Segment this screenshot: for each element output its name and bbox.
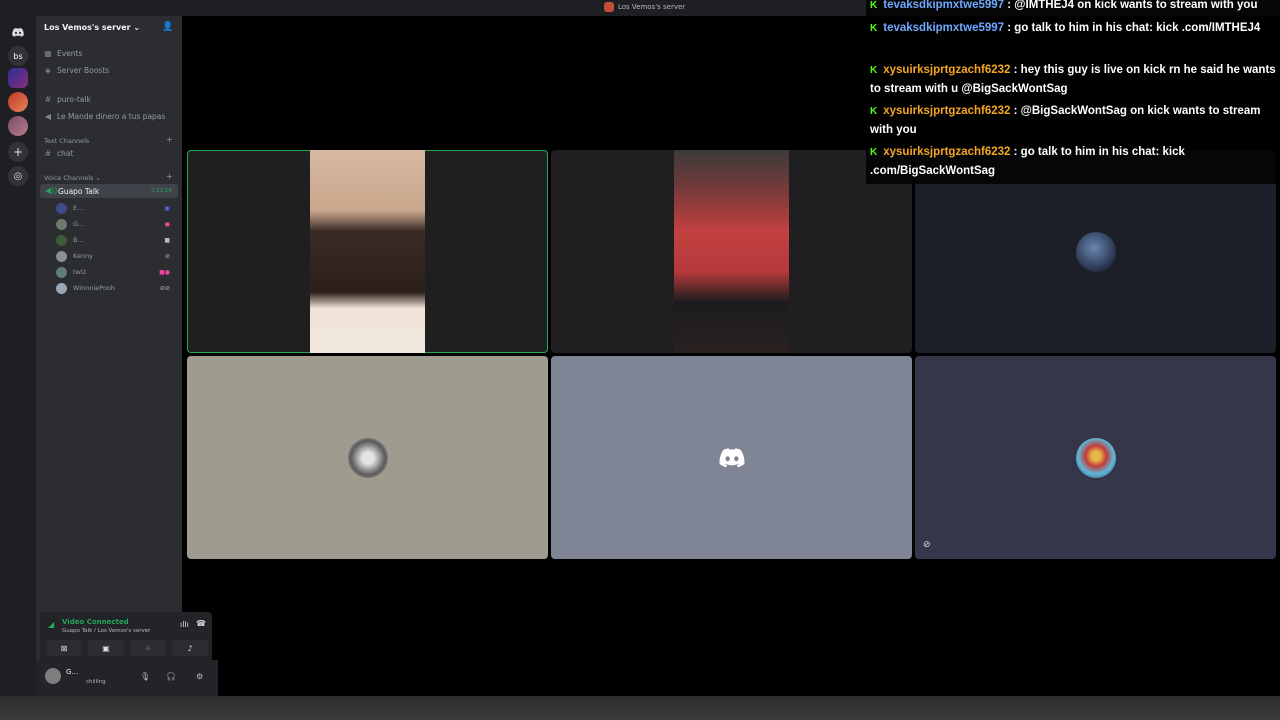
window-title: Los Vemos's server — [604, 2, 685, 12]
screen-share-icon: ▣ — [164, 204, 170, 212]
chat-message: Ktevaksdkipmxtwe5997 : @IMTHEJ4 on kick … — [870, 0, 1258, 11]
server-icon — [604, 2, 614, 12]
hash-icon: # — [44, 95, 52, 104]
hash-icon: # — [44, 149, 52, 158]
participant-video — [310, 150, 425, 353]
signal-icon[interactable]: ◢ — [48, 620, 54, 629]
avatar — [56, 282, 67, 294]
voice-user[interactable]: B... ■ — [56, 233, 174, 247]
share-screen-icon: ▣ — [102, 643, 110, 653]
avatar[interactable] — [45, 668, 61, 684]
activities-button[interactable]: ⁘ — [130, 640, 166, 656]
participant-video — [674, 150, 789, 353]
chat-message: Kxysuirksjprtgzachf6232 : @BigSackWontSa… — [870, 105, 1261, 136]
server-bs[interactable]: bs — [8, 46, 28, 66]
invite-icon[interactable]: 👤 — [162, 22, 173, 32]
calendar-icon: ▦ — [44, 49, 52, 58]
text-channels-category[interactable]: Text Channels — [44, 137, 89, 145]
avatar — [56, 202, 67, 214]
speaker-icon: ◀ — [44, 112, 52, 121]
server-name[interactable]: Los Vemos's server ⌄ — [44, 23, 140, 32]
noise-suppression-icon[interactable]: ıllı — [180, 620, 189, 629]
add-server-icon[interactable]: + — [8, 142, 28, 162]
video-icon: ■ — [164, 236, 170, 244]
kick-icon: K — [870, 65, 878, 76]
avatar — [347, 437, 388, 478]
kick-icon: K — [870, 23, 878, 34]
channel-sidebar: Los Vemos's server ⌄ 👤 ▦ Events ◈ Server… — [36, 16, 218, 696]
camera-off-button[interactable]: ⊠ — [46, 640, 82, 656]
video-icon: ■● — [159, 268, 170, 276]
voice-user[interactable]: twlz ■● — [56, 265, 174, 279]
voice-user[interactable]: Kenny ⊘ — [56, 249, 174, 263]
voice-channel-guapo-talk[interactable]: ◀)) Guapo Talk 3:23:16 — [40, 184, 178, 198]
speaker-icon: ◀)) — [45, 186, 58, 195]
kick-icon: K — [870, 0, 878, 11]
avatar-tile-6[interactable]: ⊘ — [915, 356, 1276, 559]
kick-icon: K — [870, 106, 878, 117]
avatar-tile-5[interactable] — [551, 356, 912, 559]
channel-le-mande[interactable]: ◀ Le Mande dinero a tus papas — [44, 112, 176, 121]
avatar — [56, 218, 67, 230]
server-rail: bs + ◎ — [0, 16, 36, 696]
discord-home-icon[interactable] — [8, 22, 28, 42]
server-icon-3[interactable] — [8, 92, 28, 112]
chat-message: Ktevaksdkipmxtwe5997 : go talk to him in… — [870, 22, 1261, 34]
avatar — [56, 266, 67, 278]
sidebar-item-boosts[interactable]: ◈ Server Boosts — [44, 66, 176, 75]
kick-icon: K — [870, 147, 878, 158]
microphone-icon[interactable]: 🎙 — [140, 672, 150, 681]
share-screen-button[interactable]: ▣ — [88, 640, 124, 656]
disconnect-icon[interactable]: ☎ — [196, 619, 206, 628]
explore-icon[interactable]: ◎ — [8, 166, 28, 186]
camera-off-icon: ⊠ — [60, 643, 68, 653]
voice-user[interactable]: E... ▣ — [56, 201, 174, 215]
avatar — [56, 250, 67, 262]
add-text-channel-icon[interactable]: + — [166, 135, 173, 144]
muted-icon: ⊘⊘ — [159, 284, 170, 292]
voice-user[interactable]: G... ● — [56, 217, 174, 231]
add-voice-channel-icon[interactable]: + — [166, 172, 173, 181]
soundboard-button[interactable]: ♪ — [172, 640, 208, 656]
muted-icon: ⊘ — [164, 252, 170, 260]
avatar-tile-4[interactable] — [187, 356, 548, 559]
bottom-bar — [0, 696, 1280, 720]
video-tile-1[interactable] — [187, 150, 548, 353]
boost-icon: ◈ — [44, 66, 52, 75]
voice-user[interactable]: WinnniePooh ⊘⊘ — [56, 281, 174, 295]
avatar — [1075, 231, 1116, 272]
sidebar-item-events[interactable]: ▦ Events — [44, 49, 176, 58]
chat-message: Kxysuirksjprtgzachf6232 : hey this guy i… — [870, 64, 1276, 95]
voice-channels-category[interactable]: Voice Channels ⌄ — [44, 174, 101, 182]
avatar — [1075, 437, 1116, 478]
stream-chat-overlay: Ktevaksdkipmxtwe5997 : @IMTHEJ4 on kick … — [866, 0, 1280, 184]
headphones-icon[interactable]: 🎧 — [166, 672, 176, 681]
server-icon-4[interactable] — [8, 116, 28, 136]
deafened-icon: ● — [164, 220, 170, 228]
channel-chat[interactable]: # chat — [44, 149, 176, 158]
discord-logo-icon — [719, 448, 745, 468]
channel-puro-talk[interactable]: # puro-talk — [44, 95, 176, 104]
settings-icon[interactable]: ⚙ — [196, 672, 203, 681]
muted-icon: ⊘ — [923, 540, 931, 550]
user-panel: G... chilling 🎙 🎧 ⚙ — [36, 660, 218, 696]
avatar — [56, 234, 67, 246]
video-tile-2[interactable] — [551, 150, 912, 353]
soundboard-icon: ♪ — [187, 643, 193, 653]
activities-icon: ⁘ — [144, 643, 152, 653]
chat-message: Kxysuirksjprtgzachf6232 : go talk to him… — [870, 146, 1185, 177]
server-icon-2[interactable] — [8, 68, 28, 88]
